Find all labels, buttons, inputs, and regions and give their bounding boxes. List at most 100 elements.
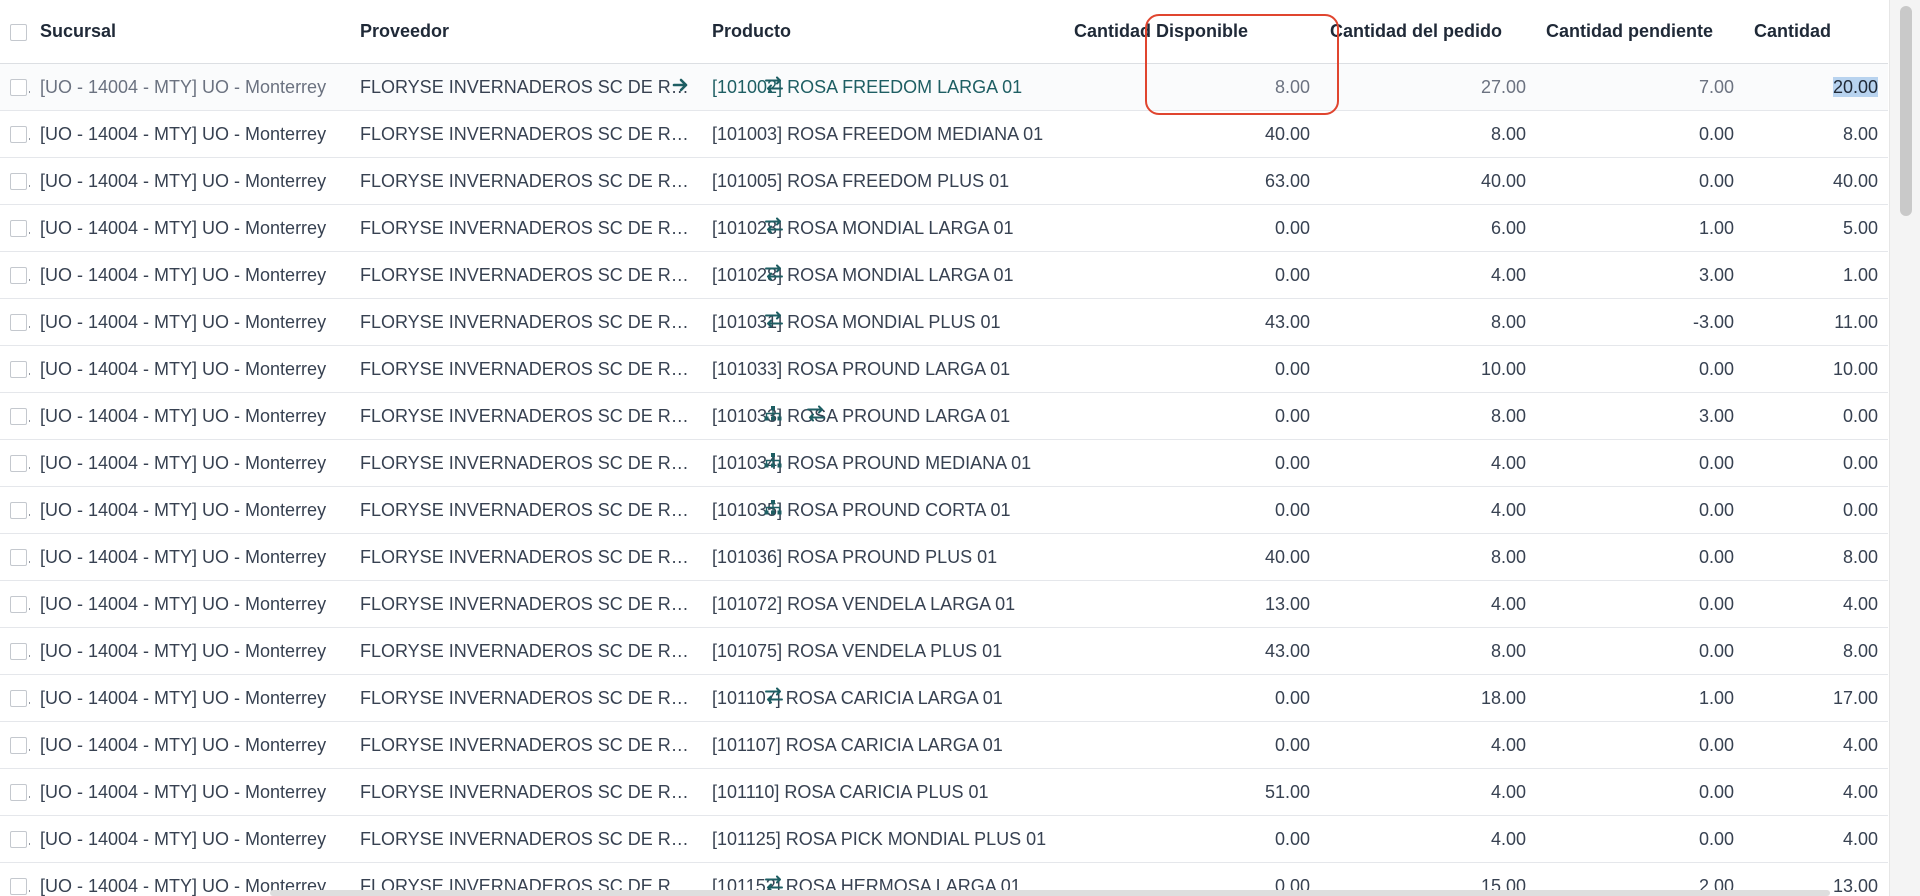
cell-cantidad-disponible[interactable]: 13.00 bbox=[1064, 580, 1320, 628]
table-row[interactable]: [UO - 14004 - MTY] UO - Monterrey FLORYSE… bbox=[0, 204, 1888, 252]
cell-sucursal[interactable]: [UO - 14004 - MTY] UO - Monterrey bbox=[30, 721, 350, 769]
quantity-value[interactable]: 0.00 bbox=[1843, 500, 1878, 520]
cell-sucursal[interactable]: [UO - 14004 - MTY] UO - Monterrey bbox=[30, 580, 350, 628]
quantity-value[interactable]: 4.00 bbox=[1843, 735, 1878, 755]
row-checkbox[interactable] bbox=[10, 596, 27, 614]
row-checkbox-cell[interactable] bbox=[0, 768, 30, 816]
row-checkbox-cell[interactable] bbox=[0, 674, 30, 722]
row-checkbox-cell[interactable] bbox=[0, 486, 30, 534]
table-row[interactable]: [UO - 14004 - MTY] UO - Monterrey FLORYSE… bbox=[0, 533, 1888, 581]
row-checkbox-cell[interactable] bbox=[0, 110, 30, 158]
cell-cantidad-disponible[interactable]: 63.00 bbox=[1064, 157, 1320, 205]
cell-cantidad[interactable]: 8.00 bbox=[1744, 110, 1888, 158]
row-checkbox-cell[interactable] bbox=[0, 63, 30, 111]
cell-proveedor[interactable]: FLORYSE INVERNADEROS SC DE RL DE... bbox=[350, 439, 702, 487]
cell-cantidad-disponible[interactable]: 0.00 bbox=[764, 439, 1320, 487]
cell-cantidad[interactable]: 0.00 bbox=[1744, 392, 1888, 440]
quantity-value[interactable]: 5.00 bbox=[1843, 218, 1878, 238]
cell-cantidad[interactable]: 40.00 bbox=[1744, 157, 1888, 205]
transfer-icon[interactable] bbox=[764, 217, 784, 239]
cell-proveedor[interactable]: FLORYSE INVERNADEROS SC DE RL DE bbox=[350, 63, 702, 111]
quantity-value[interactable]: 1.00 bbox=[1843, 265, 1878, 285]
transfer-icon[interactable] bbox=[806, 405, 826, 427]
row-checkbox[interactable] bbox=[10, 267, 27, 285]
cell-sucursal[interactable]: [UO - 14004 - MTY] UO - Monterrey bbox=[30, 251, 350, 299]
row-checkbox[interactable] bbox=[10, 455, 27, 473]
cell-cantidad[interactable]: 10.00 bbox=[1744, 345, 1888, 393]
select-all-checkbox[interactable] bbox=[10, 23, 27, 41]
cell-cantidad-disponible[interactable]: 43.00 bbox=[765, 298, 1320, 346]
table-row[interactable]: [UO - 14004 - MTY] UO - Monterrey FLORYSE… bbox=[0, 110, 1888, 158]
cell-sucursal[interactable]: [UO - 14004 - MTY] UO - Monterrey bbox=[30, 486, 350, 534]
cell-cantidad[interactable]: 5.00 bbox=[1744, 204, 1888, 252]
row-checkbox[interactable] bbox=[10, 690, 27, 708]
cell-sucursal[interactable]: [UO - 14004 - MTY] UO - Monterrey bbox=[30, 815, 350, 863]
cell-cantidad-disponible[interactable]: 0.00 bbox=[764, 392, 1320, 440]
cell-proveedor[interactable]: FLORYSE INVERNADEROS SC DE RL DE... bbox=[350, 815, 702, 863]
cell-cantidad[interactable]: 8.00 bbox=[1744, 533, 1888, 581]
cell-sucursal[interactable]: [UO - 14004 - MTY] UO - Monterrey bbox=[30, 439, 350, 487]
quantity-value[interactable]: 0.00 bbox=[1843, 406, 1878, 426]
row-checkbox-cell[interactable] bbox=[0, 580, 30, 628]
quantity-value[interactable]: 4.00 bbox=[1843, 594, 1878, 614]
cell-proveedor[interactable]: FLORYSE INVERNADEROS SC DE RL DE... bbox=[350, 486, 702, 534]
cell-cantidad[interactable]: 0.00 bbox=[1744, 439, 1888, 487]
cell-producto[interactable]: [101075] ROSA VENDELA PLUS 01 bbox=[702, 627, 1064, 675]
row-checkbox-cell[interactable] bbox=[0, 862, 30, 896]
cell-cantidad[interactable]: 4.00 bbox=[1744, 721, 1888, 769]
cell-cantidad-disponible[interactable]: 0.00 bbox=[1064, 345, 1320, 393]
arrow-right-icon[interactable] bbox=[670, 74, 692, 96]
table-row[interactable]: [UO - 14004 - MTY] UO - Monterrey FLORYSE… bbox=[0, 298, 1888, 346]
row-checkbox[interactable] bbox=[10, 549, 27, 567]
row-checkbox[interactable] bbox=[10, 79, 27, 97]
cell-cantidad-disponible[interactable]: 8.00 bbox=[765, 63, 1320, 111]
row-checkbox-cell[interactable] bbox=[0, 204, 30, 252]
row-checkbox[interactable] bbox=[10, 220, 27, 238]
select-all-checkbox-cell[interactable] bbox=[0, 0, 30, 64]
row-checkbox[interactable] bbox=[10, 784, 27, 802]
row-checkbox[interactable] bbox=[10, 831, 27, 849]
cell-proveedor[interactable]: FLORYSE INVERNADEROS SC DE RL DE... bbox=[350, 251, 702, 299]
cell-sucursal[interactable]: [UO - 14004 - MTY] UO - Monterrey bbox=[30, 768, 350, 816]
vertical-scrollbar[interactable] bbox=[1889, 0, 1920, 896]
cell-cantidad-disponible[interactable]: 0.00 bbox=[765, 204, 1320, 252]
column-header-cantidad[interactable]: Cantidad bbox=[1744, 0, 1888, 64]
cell-proveedor[interactable]: FLORYSE INVERNADEROS SC DE RL DE... bbox=[350, 627, 702, 675]
cell-cantidad[interactable]: 20.00 bbox=[1744, 63, 1888, 111]
cell-producto[interactable]: [101072] ROSA VENDELA LARGA 01 bbox=[702, 580, 1064, 628]
table-row[interactable]: [UO - 14004 - MTY] UO - Monterrey FLORYSE… bbox=[0, 392, 1888, 440]
cell-cantidad[interactable]: 4.00 bbox=[1744, 580, 1888, 628]
table-row[interactable]: [UO - 14004 - MTY] UO - Monterrey FLORYSE… bbox=[0, 486, 1888, 534]
cell-proveedor[interactable]: FLORYSE INVERNADEROS SC DE RL DE... bbox=[350, 345, 702, 393]
cell-cantidad[interactable]: 0.00 bbox=[1744, 486, 1888, 534]
table-row[interactable]: [UO - 14004 - MTY] UO - Monterrey FLORYSE… bbox=[0, 157, 1888, 205]
row-checkbox-cell[interactable] bbox=[0, 345, 30, 393]
cell-cantidad[interactable]: 4.00 bbox=[1744, 815, 1888, 863]
quantity-value[interactable]: 10.00 bbox=[1833, 359, 1878, 379]
row-checkbox[interactable] bbox=[10, 878, 27, 896]
quantity-value[interactable]: 20.00 bbox=[1832, 76, 1878, 97]
cell-producto[interactable]: [101003] ROSA FREEDOM MEDIANA 01 bbox=[702, 110, 1064, 158]
cell-proveedor[interactable]: FLORYSE INVERNADEROS SC DE RL DE... bbox=[350, 721, 702, 769]
table-row[interactable]: [UO - 14004 - MTY] UO - Monterrey FLORYSE… bbox=[0, 815, 1888, 863]
row-checkbox-cell[interactable] bbox=[0, 721, 30, 769]
cell-producto[interactable]: [101110] ROSA CARICIA PLUS 01 bbox=[702, 768, 1064, 816]
row-checkbox-cell[interactable] bbox=[0, 533, 30, 581]
cell-cantidad[interactable]: 8.00 bbox=[1744, 627, 1888, 675]
cell-sucursal[interactable]: [UO - 14004 - MTY] UO - Monterrey bbox=[30, 157, 350, 205]
quantity-value[interactable]: 4.00 bbox=[1843, 782, 1878, 802]
row-checkbox-cell[interactable] bbox=[0, 298, 30, 346]
column-header-sucursal[interactable]: Sucursal bbox=[30, 0, 350, 64]
table-row[interactable]: [UO - 14004 - MTY] UO - Monterrey FLORYSE… bbox=[0, 251, 1888, 299]
cell-sucursal[interactable]: [UO - 14004 - MTY] UO - Monterrey bbox=[30, 345, 350, 393]
hierarchy-icon[interactable] bbox=[764, 406, 782, 427]
cell-cantidad-disponible[interactable]: 51.00 bbox=[1064, 768, 1320, 816]
row-checkbox[interactable] bbox=[10, 126, 27, 144]
table-row[interactable]: [UO - 14004 - MTY] UO - Monterrey FLORYSE… bbox=[0, 345, 1888, 393]
cell-cantidad[interactable]: 17.00 bbox=[1744, 674, 1888, 722]
cell-producto[interactable]: [101033] ROSA PROUND LARGA 01 bbox=[702, 392, 1064, 440]
transfer-icon[interactable] bbox=[764, 264, 784, 286]
cell-producto[interactable]: [101028] ROSA MONDIAL LARGA 01 bbox=[702, 251, 1064, 299]
row-checkbox-cell[interactable] bbox=[0, 157, 30, 205]
hierarchy-icon[interactable] bbox=[764, 500, 782, 521]
